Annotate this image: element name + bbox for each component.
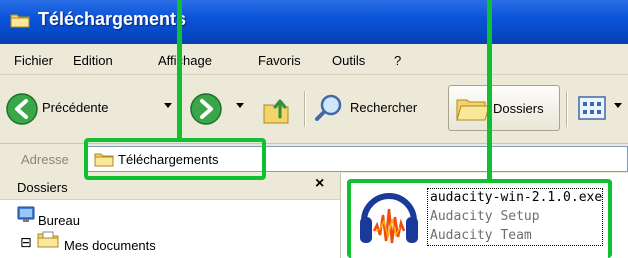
search-button[interactable]: Rechercher <box>310 87 442 131</box>
folders-icon <box>456 99 490 121</box>
views-dropdown-arrow[interactable] <box>614 103 622 108</box>
views-button[interactable] <box>576 87 626 131</box>
toolbar-separator <box>304 91 306 127</box>
search-label: Rechercher <box>350 100 418 115</box>
menu-edit[interactable]: Edition <box>73 53 113 68</box>
annotation-box-address <box>84 138 266 180</box>
tree-item-desktop[interactable]: Bureau <box>38 213 80 228</box>
forward-button[interactable] <box>186 87 250 131</box>
menu-view[interactable]: Affichage <box>158 53 212 68</box>
back-button[interactable]: Précédente <box>4 87 176 131</box>
forward-arrow-icon <box>190 93 222 125</box>
back-label: Précédente <box>42 100 109 115</box>
tree-item-my-documents[interactable]: Mes documents <box>64 238 156 253</box>
toolbar: Précédente Rechercher Dossiers <box>0 75 628 144</box>
menu-tools[interactable]: Outils <box>332 53 365 68</box>
annotation-pointer-line <box>177 0 182 139</box>
back-arrow-icon <box>6 93 38 125</box>
back-dropdown-arrow[interactable] <box>164 103 172 108</box>
toolbar-separator <box>566 91 568 127</box>
address-label: Adresse <box>21 152 69 167</box>
folders-panel-title: Dossiers <box>17 180 68 195</box>
menu-file[interactable]: Fichier <box>14 53 53 68</box>
up-folder-icon[interactable] <box>262 97 294 125</box>
folders-label: Dossiers <box>493 101 544 116</box>
views-icon <box>578 96 606 120</box>
desktop-icon <box>17 206 35 222</box>
folders-button[interactable]: Dossiers <box>448 85 560 131</box>
close-icon[interactable]: × <box>315 175 324 193</box>
menu-favorites[interactable]: Favoris <box>258 53 301 68</box>
annotation-pointer-line <box>487 0 492 183</box>
menu-help[interactable]: ? <box>394 53 401 68</box>
tree-expander-icon[interactable]: ⊟ <box>20 234 32 251</box>
menu-bar: Fichier Edition Affichage Favoris Outils… <box>0 44 628 75</box>
forward-dropdown-arrow[interactable] <box>236 103 244 108</box>
title-bar[interactable]: Téléchargements <box>0 0 628 44</box>
window-title: Téléchargements <box>38 9 187 29</box>
folder-icon <box>10 14 30 28</box>
annotation-box-file <box>347 179 612 258</box>
search-icon <box>315 94 342 121</box>
documents-folder-icon <box>37 231 59 248</box>
